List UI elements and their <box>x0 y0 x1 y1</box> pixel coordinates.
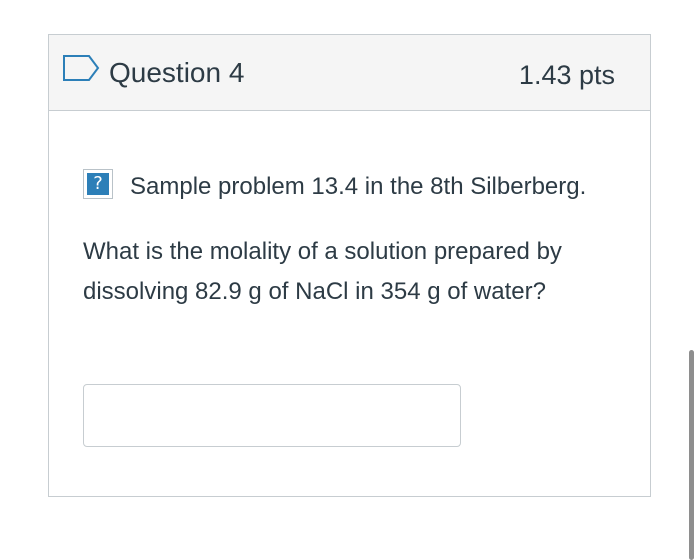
question-mark-icon[interactable]: ? <box>83 169 113 199</box>
question-card: Question 4 1.43 pts ? Sample problem 13.… <box>48 34 651 497</box>
question-intro: ? Sample problem 13.4 in the 8th Silberb… <box>83 167 623 207</box>
scrollbar[interactable] <box>689 350 694 560</box>
question-text: What is the molality of a solution prepa… <box>83 238 562 305</box>
question-title: Question 4 <box>109 57 245 88</box>
question-points: 1.43 pts <box>518 60 615 90</box>
question-body: ? Sample problem 13.4 in the 8th Silberb… <box>83 167 623 312</box>
answer-input[interactable] <box>83 384 461 447</box>
flag-outline-icon[interactable] <box>62 54 100 82</box>
question-mark-symbol: ? <box>87 173 109 195</box>
question-intro-text: Sample problem 13.4 in the 8th Silberber… <box>130 173 587 200</box>
question-header: Question 4 1.43 pts <box>49 35 650 111</box>
